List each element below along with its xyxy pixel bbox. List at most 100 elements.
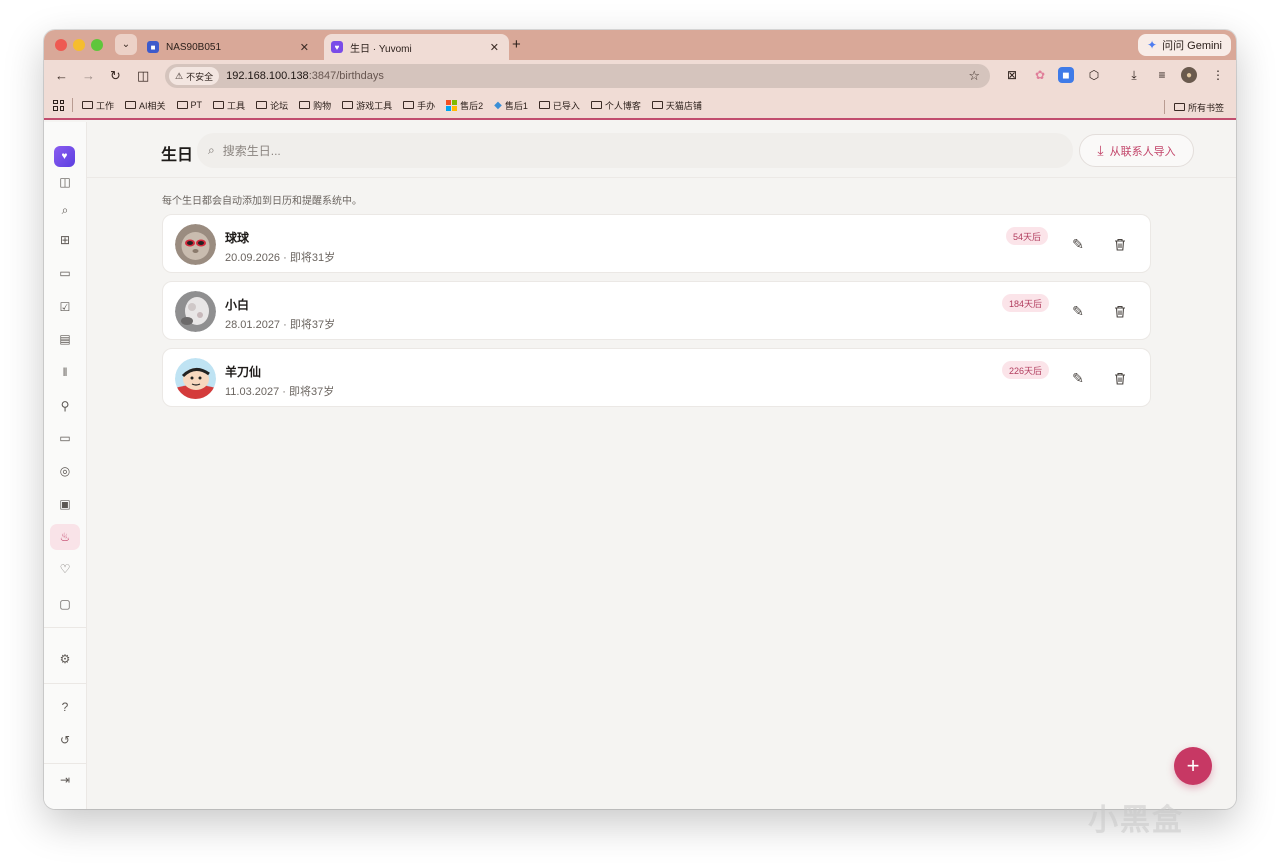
download-icon[interactable]: ⤓ — [1126, 67, 1142, 83]
logout-icon[interactable]: ⇥ — [55, 770, 75, 790]
history-icon[interactable]: ↺ — [55, 730, 75, 750]
bookmark-label: 游戏工具 — [356, 100, 393, 111]
tab-nas[interactable]: ■ NAS90B051 ✕ — [141, 34, 319, 60]
edit-icon[interactable]: ✎ — [1068, 301, 1088, 321]
back-icon[interactable]: ← — [55, 68, 68, 83]
person-name: 小白 — [225, 298, 250, 312]
tab-search-button[interactable]: ⌄ — [115, 34, 137, 55]
gemini-label: 问问 Gemini — [1162, 40, 1222, 52]
fork-knife-icon[interactable]: 𝍪 — [55, 363, 75, 383]
folder-icon — [125, 101, 137, 109]
bookmark-folder[interactable]: 天猫店铺 — [651, 99, 702, 112]
folder-icon — [176, 101, 188, 109]
warning-icon: ⚠ — [175, 70, 184, 81]
birthday-card[interactable]: 球球 20.09.2026 · 即将31岁 54天后 ✎ — [162, 214, 1151, 273]
bookmark-divider — [72, 98, 73, 112]
countdown-badge: 184天后 — [1002, 294, 1050, 312]
puzzle-icon[interactable]: ⬡ — [1086, 67, 1102, 83]
search-box[interactable]: ⌕ — [197, 133, 1073, 168]
edit-icon[interactable]: ✎ — [1068, 234, 1088, 254]
bookmark-star-icon[interactable]: ☆ — [968, 68, 980, 84]
panel-icon[interactable]: ◫ — [55, 172, 75, 192]
bookmark-label: PT — [190, 100, 203, 110]
profile-avatar[interactable]: ● — [1181, 67, 1197, 83]
all-bookmarks[interactable]: 所有书签 — [1163, 100, 1224, 114]
bookmark-label: 售后1 — [504, 100, 528, 111]
extension-icon[interactable]: ◼ — [1058, 67, 1074, 83]
folder-icon[interactable]: ▭ — [55, 428, 75, 448]
security-label: 不安全 — [186, 71, 214, 82]
trash-icon[interactable] — [1110, 301, 1130, 321]
avatar — [175, 224, 216, 265]
forward-icon[interactable]: → — [82, 68, 95, 83]
trash-icon[interactable] — [1110, 234, 1130, 254]
menu-kebab-icon[interactable]: ⋮ — [1210, 67, 1226, 83]
sidebar: ♥ ◫ ⌕ ⊞ ▭ ☑ ▤ 𝍪 ⚲ ▭ ◎ ▣ ♨ ♡ ▢ ⚙ ? ↺ ⇥ — [44, 122, 87, 809]
close-icon[interactable]: ✕ — [490, 41, 499, 54]
wallet-icon[interactable]: ▢ — [55, 594, 75, 614]
age-text: 即将37岁 — [289, 319, 336, 331]
bookmark-label: AI相关 — [139, 100, 166, 111]
bookmark-folder[interactable]: 购物 — [299, 99, 331, 112]
check-icon[interactable]: ☑ — [55, 297, 75, 317]
search-input[interactable] — [222, 143, 1003, 158]
bookmark-folder[interactable]: 已导入 — [538, 99, 580, 112]
url-path: :3847/birthdays — [308, 70, 384, 82]
tab-birthdays[interactable]: ♥ 生日 · Yuvomi ✕ — [324, 34, 509, 60]
bookmark-folder[interactable]: 个人博客 — [590, 99, 641, 112]
bookmark-folder[interactable]: 手办 — [403, 99, 435, 112]
sidebar-divider — [44, 763, 87, 764]
new-tab-button[interactable]: + — [512, 36, 521, 53]
sidepanel-icon[interactable]: ◫ — [137, 68, 149, 84]
close-icon[interactable]: ✕ — [300, 41, 309, 54]
trash-icon[interactable] — [1110, 368, 1130, 388]
bookmark-folder[interactable]: AI相关 — [125, 99, 166, 112]
note-icon[interactable]: ▤ — [55, 329, 75, 349]
help-icon[interactable]: ? — [55, 697, 75, 717]
bookmark-folder[interactable]: 游戏工具 — [342, 99, 392, 112]
birthday-meta: 11.03.2027 · 即将37岁 — [225, 386, 335, 398]
address-bar[interactable]: ⚠ 不安全 192.168.100.138:3847/birthdays ☆ — [165, 64, 990, 88]
playlist-icon[interactable]: ≡ — [1154, 67, 1170, 83]
maximize-window-button[interactable] — [91, 39, 103, 51]
birthday-date: 28.01.2027 — [225, 319, 281, 331]
reload-icon[interactable]: ↻ — [110, 68, 121, 84]
award-icon[interactable]: ◎ — [55, 461, 75, 481]
bookmark-bar: 工作 AI相关 PT 工具 论坛 购物 游戏工具 手办 售后2 ◆ 售后1 已导入… — [44, 92, 1236, 120]
app-logo[interactable]: ♥ — [54, 146, 75, 167]
minimize-window-button[interactable] — [73, 39, 85, 51]
url-host: 192.168.100.138 — [226, 70, 309, 82]
gemini-button[interactable]: ✦ 问问 Gemini — [1138, 34, 1231, 56]
close-window-button[interactable] — [55, 39, 67, 51]
tool-icon[interactable]: ⚲ — [55, 396, 75, 416]
bookmark-label: 手办 — [417, 100, 436, 111]
folder-icon — [213, 101, 225, 109]
age-text: 即将31岁 — [289, 252, 336, 264]
import-contacts-button[interactable]: ⤓ 从联系人导入 — [1079, 134, 1194, 167]
extension-icon[interactable]: ⊠ — [1004, 67, 1020, 83]
cake-icon[interactable]: ♨ — [50, 524, 80, 550]
heart-pulse-icon[interactable]: ♡ — [55, 559, 75, 579]
bookmark-folder[interactable]: 工作 — [82, 99, 114, 112]
bookmark-link[interactable]: ◆ 售后1 — [494, 99, 528, 112]
birthday-meta: 20.09.2026 · 即将31岁 — [225, 252, 336, 264]
folder-icon — [651, 101, 663, 109]
bookmark-folder[interactable]: PT — [176, 100, 203, 110]
extension-icon[interactable]: ✿ — [1032, 67, 1048, 83]
security-chip[interactable]: ⚠ 不安全 — [169, 67, 220, 85]
add-birthday-button[interactable]: + — [1174, 747, 1212, 785]
bookmark-link[interactable]: 售后2 — [446, 99, 483, 112]
birthday-card[interactable]: 羊刀仙 11.03.2027 · 即将37岁 226天后 ✎ — [162, 348, 1151, 407]
tab-title: 生日 · Yuvomi — [350, 43, 412, 55]
id-card-icon[interactable]: ▣ — [55, 494, 75, 514]
apps-icon[interactable] — [53, 99, 64, 111]
folder-icon — [256, 101, 268, 109]
settings-icon[interactable]: ⚙ — [55, 649, 75, 669]
search-icon[interactable]: ⌕ — [55, 200, 75, 220]
edit-icon[interactable]: ✎ — [1068, 368, 1088, 388]
grid-icon[interactable]: ⊞ — [55, 230, 75, 250]
bookmark-folder[interactable]: 工具 — [213, 99, 245, 112]
bookmark-folder[interactable]: 论坛 — [256, 99, 288, 112]
calendar-icon[interactable]: ▭ — [55, 263, 75, 283]
birthday-card[interactable]: 小白 28.01.2027 · 即将37岁 184天后 ✎ — [162, 281, 1151, 340]
